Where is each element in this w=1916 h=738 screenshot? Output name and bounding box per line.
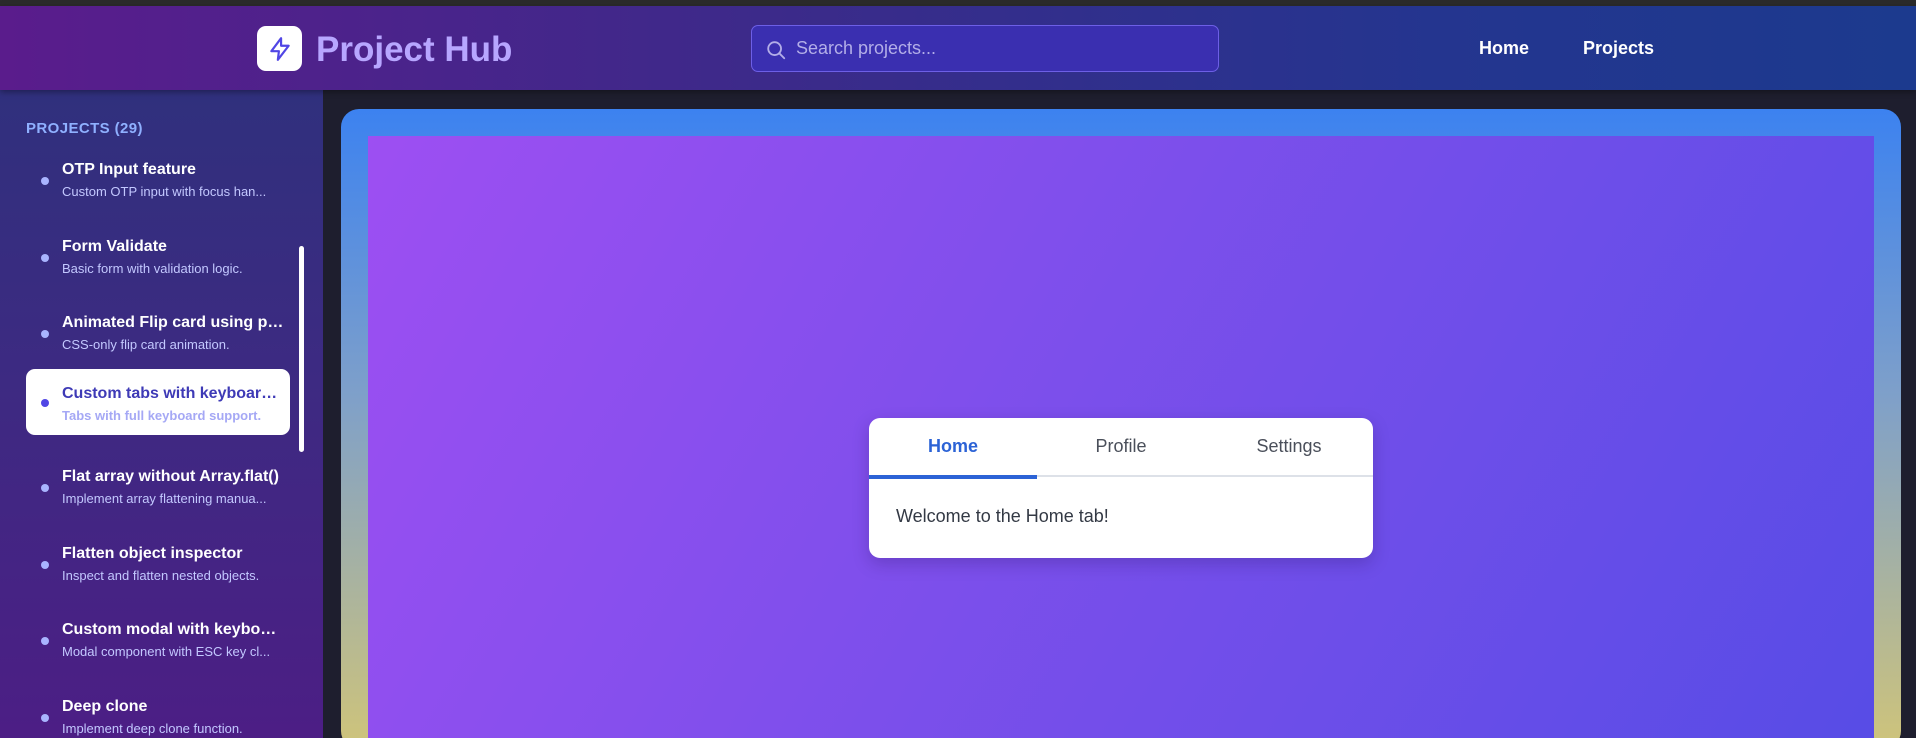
sidebar-item-custom-modal[interactable]: Custom modal with keyboar... Modal compo… (26, 607, 290, 673)
sidebar-item-flatten-object[interactable]: Flatten object inspector Inspect and fla… (26, 531, 290, 597)
sidebar-item-flat-array[interactable]: Flat array without Array.flat() Implemen… (26, 454, 290, 520)
sidebar-item-title: Deep clone (62, 698, 148, 715)
sidebar-item-title: Custom modal with keyboar... (62, 621, 284, 638)
app-header: Project Hub Home Projects (0, 6, 1916, 90)
app-title: Project Hub (316, 30, 513, 69)
tab-list: Home Profile Settings (869, 418, 1373, 479)
sidebar-item-description: Basic form with validation logic. (62, 261, 243, 276)
sidebar-item-title: Flat array without Array.flat() (62, 468, 279, 485)
sidebar-item-title: Form Validate (62, 238, 167, 255)
bullet-dot (41, 254, 49, 262)
tab-settings[interactable]: Settings (1205, 418, 1373, 477)
sidebar-item-title: OTP Input feature (62, 161, 196, 178)
bullet-dot (41, 561, 49, 569)
nav-home-link[interactable]: Home (1479, 36, 1529, 60)
sidebar-item-deep-clone[interactable]: Deep clone Implement deep clone function… (26, 684, 290, 738)
lightning-bolt-icon (269, 36, 290, 61)
sidebar-item-description: Implement deep clone function. (62, 721, 243, 736)
sidebar-heading: PROJECTS (29) (26, 120, 143, 137)
search-box[interactable] (751, 25, 1219, 72)
search-input[interactable] (796, 26, 1206, 71)
tab-home[interactable]: Home (869, 418, 1037, 479)
nav-projects-link[interactable]: Projects (1583, 36, 1654, 60)
sidebar-item-title: Custom tabs with keyboard ... (62, 385, 284, 402)
logo-icon[interactable] (257, 26, 302, 71)
bullet-dot (41, 637, 49, 645)
sidebar-item-description: CSS-only flip card animation. (62, 337, 230, 352)
bullet-dot (41, 714, 49, 722)
sidebar-item-description: Tabs with full keyboard support. (62, 408, 262, 423)
sidebar-item-description: Inspect and flatten nested objects. (62, 568, 260, 583)
sidebar-item-description: Implement array flattening manua... (62, 491, 267, 506)
sidebar-item-description: Custom OTP input with focus han... (62, 184, 267, 199)
bullet-dot (41, 484, 49, 492)
sidebar-item-flip-card[interactable]: Animated Flip card using pu... CSS-only … (26, 300, 290, 366)
sidebar-item-description: Modal component with ESC key cl... (62, 644, 271, 659)
tab-profile[interactable]: Profile (1037, 418, 1205, 477)
sidebar-item-otp-input[interactable]: OTP Input feature Custom OTP input with … (26, 147, 290, 213)
sidebar-item-custom-tabs[interactable]: Custom tabs with keyboard ... Tabs with … (26, 369, 290, 435)
sidebar-item-title: Animated Flip card using pu... (62, 314, 284, 331)
tab-panel-text: Welcome to the Home tab! (896, 506, 1109, 526)
project-sidebar: PROJECTS (29) OTP Input feature Custom O… (0, 90, 323, 738)
bullet-dot (41, 330, 49, 338)
sidebar-item-title: Flatten object inspector (62, 545, 243, 562)
sidebar-item-form-validate[interactable]: Form Validate Basic form with validation… (26, 224, 290, 290)
sidebar-scrollbar[interactable] (299, 246, 304, 452)
bullet-dot (41, 399, 49, 407)
search-icon (767, 41, 786, 60)
tabs-demo-card: Home Profile Settings Welcome to the Hom… (869, 418, 1373, 558)
bullet-dot (41, 177, 49, 185)
